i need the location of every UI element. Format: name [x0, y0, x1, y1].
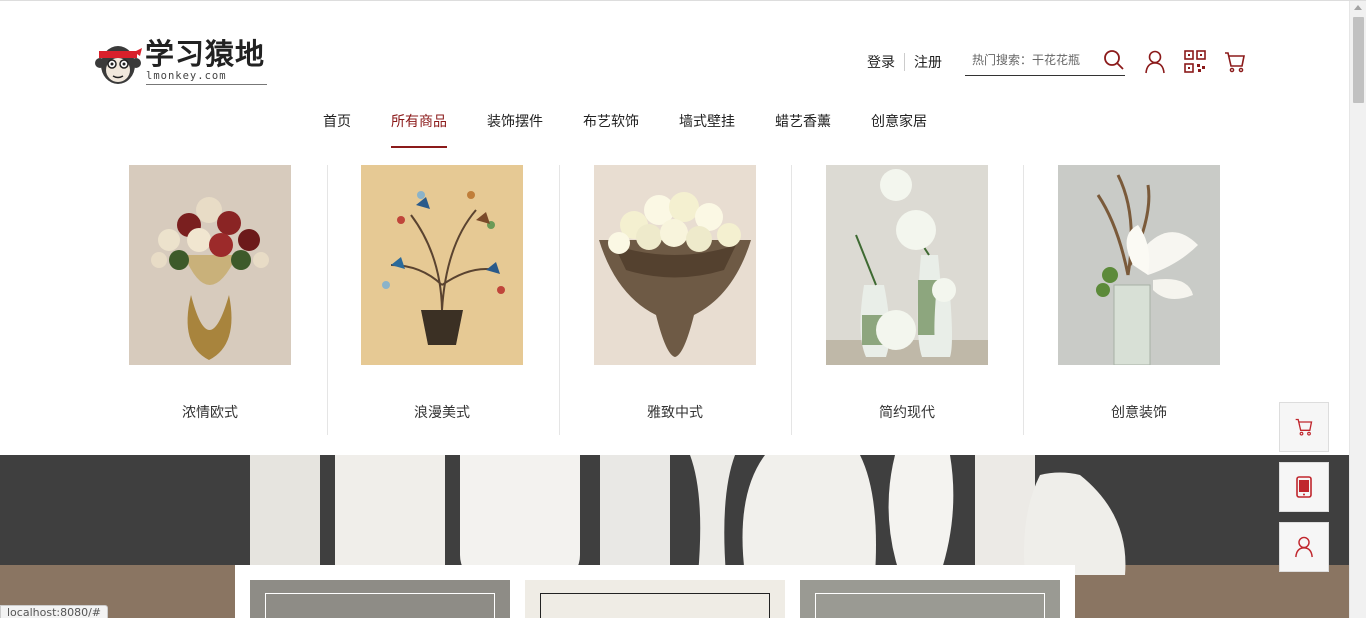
page: 学习猿地 lmonkey.com 登录 注册 首页: [0, 0, 1366, 618]
nav-item-creative-home[interactable]: 创意家居: [871, 111, 927, 148]
category-label[interactable]: 创意装饰: [1058, 402, 1220, 422]
brand-name: 学习猿地: [145, 37, 266, 71]
category-divider: [1023, 165, 1024, 435]
category-card-chinese[interactable]: 雅致中式: [559, 165, 791, 435]
search-icon[interactable]: [1103, 49, 1125, 71]
scrollbar-thumb[interactable]: [1353, 17, 1364, 103]
nav-item-textiles[interactable]: 布艺软饰: [583, 111, 639, 148]
side-cart-button[interactable]: [1279, 402, 1329, 452]
category-card-american[interactable]: 浪漫美式: [327, 165, 559, 435]
category-divider: [559, 165, 560, 435]
register-link[interactable]: 注册: [914, 52, 942, 72]
user-icon: [1295, 536, 1313, 558]
nav-item-all-products[interactable]: 所有商品: [391, 111, 447, 148]
category-image[interactable]: [129, 165, 291, 365]
category-label[interactable]: 浓情欧式: [129, 402, 291, 422]
brand-domain: lmonkey.com: [146, 70, 267, 85]
scroll-up-arrow-icon[interactable]: [1354, 5, 1362, 10]
search-input[interactable]: [972, 53, 1092, 67]
featured-product-card[interactable]: [525, 580, 785, 618]
category-image[interactable]: [1058, 165, 1220, 365]
category-card-creative[interactable]: 创意装饰: [1023, 165, 1255, 435]
user-icon[interactable]: [1144, 50, 1166, 74]
auth-links: 登录 注册: [867, 52, 942, 72]
side-user-button[interactable]: [1279, 522, 1329, 572]
featured-product-card[interactable]: [250, 580, 510, 618]
category-card-modern[interactable]: 简约现代: [791, 165, 1023, 435]
featured-card-frame: [265, 593, 495, 618]
category-divider: [791, 165, 792, 435]
main-nav: 首页 所有商品 装饰摆件 布艺软饰 墙式壁挂 蜡艺香薰 创意家居: [0, 111, 1349, 151]
category-image[interactable]: [361, 165, 523, 365]
auth-divider: [904, 53, 905, 71]
category-divider: [327, 165, 328, 435]
category-label[interactable]: 简约现代: [826, 402, 988, 422]
vertical-scrollbar[interactable]: [1349, 1, 1366, 618]
qrcode-icon[interactable]: [1184, 50, 1206, 74]
monkey-logo-icon: [95, 46, 142, 84]
login-link[interactable]: 登录: [867, 52, 895, 72]
nav-item-home[interactable]: 首页: [323, 111, 351, 148]
featured-card-frame: [815, 593, 1045, 618]
nav-item-wall-hangings[interactable]: 墙式壁挂: [679, 111, 735, 148]
mobile-phone-icon: [1296, 476, 1312, 498]
status-bar-url: localhost:8080/#: [0, 605, 108, 618]
featured-card-frame: [540, 593, 770, 618]
cart-icon: [1295, 418, 1313, 436]
cart-icon[interactable]: [1224, 50, 1246, 74]
category-image[interactable]: [594, 165, 756, 365]
nav-item-candles[interactable]: 蜡艺香薰: [775, 111, 831, 148]
search-box: [965, 45, 1125, 76]
site-logo[interactable]: 学习猿地 lmonkey.com: [94, 37, 270, 89]
category-label[interactable]: 浪漫美式: [361, 402, 523, 422]
category-image[interactable]: [826, 165, 988, 365]
side-mobile-button[interactable]: [1279, 462, 1329, 512]
featured-product-card[interactable]: [800, 580, 1060, 618]
category-label[interactable]: 雅致中式: [594, 402, 756, 422]
nav-item-decor[interactable]: 装饰摆件: [487, 111, 543, 148]
